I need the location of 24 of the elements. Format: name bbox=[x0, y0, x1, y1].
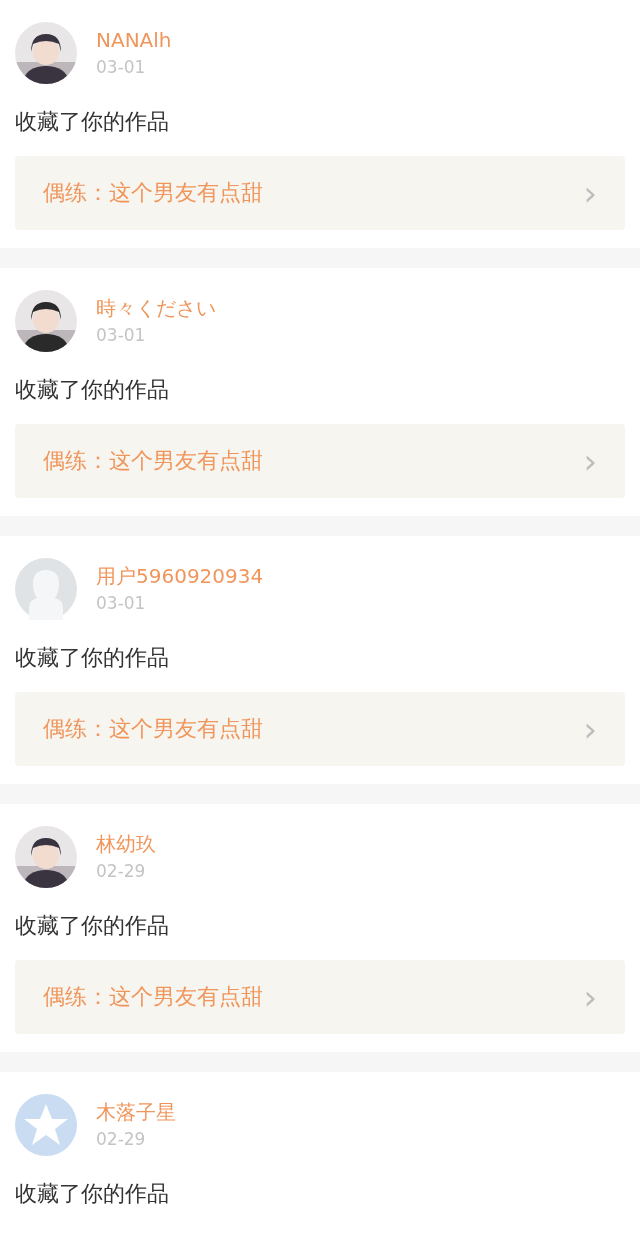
date: 02-29 bbox=[96, 860, 147, 882]
activity-text: 收藏了你的作品 bbox=[15, 912, 170, 940]
chevron-icon: › bbox=[583, 444, 597, 478]
date: 02-29 bbox=[96, 1128, 147, 1150]
chevron-icon: › bbox=[583, 176, 597, 210]
activity-text: 收藏了你的作品 bbox=[15, 644, 170, 672]
user-name[interactable]: 林幼玖 bbox=[96, 832, 156, 856]
chevron-icon: › bbox=[583, 980, 597, 1014]
activity-text: 收藏了你的作品 bbox=[15, 108, 170, 136]
work-link[interactable]: 偶练：这个男友有点甜 › bbox=[15, 424, 625, 498]
date: 03-01 bbox=[96, 324, 147, 346]
chevron-icon: › bbox=[583, 712, 597, 746]
user-name[interactable]: 用户5960920934 bbox=[96, 564, 264, 588]
user-name[interactable]: 木落子星 bbox=[96, 1100, 176, 1124]
user-name[interactable]: 時々ください bbox=[96, 296, 216, 320]
activity-text: 收藏了你的作品 bbox=[15, 1180, 170, 1208]
date: 03-01 bbox=[96, 56, 147, 78]
work-link[interactable]: 偶练：这个男友有点甜 › bbox=[15, 692, 625, 766]
star-avatar-icon[interactable] bbox=[15, 1094, 77, 1156]
date: 03-01 bbox=[96, 592, 147, 614]
activity-text: 收藏了你的作品 bbox=[15, 376, 170, 404]
work-link[interactable]: 偶练：这个男友有点甜 › bbox=[15, 960, 625, 1034]
work-link[interactable]: 偶练：这个男友有点甜 › bbox=[15, 156, 625, 230]
user-name[interactable]: NANAlh bbox=[96, 28, 172, 52]
